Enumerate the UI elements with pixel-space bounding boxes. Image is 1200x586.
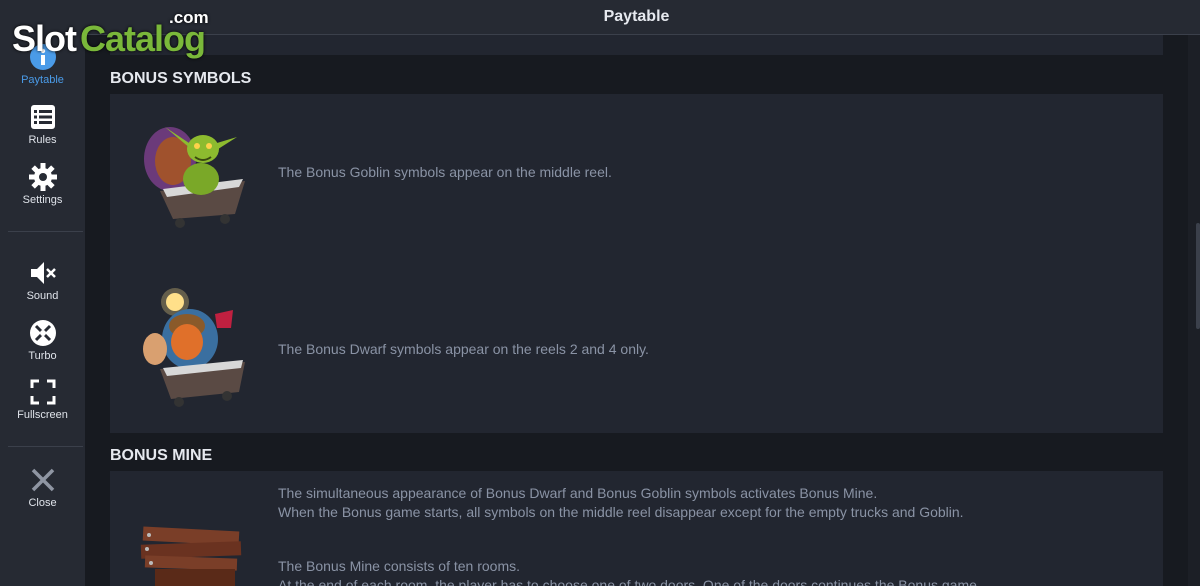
bonus-symbols-panel: The Bonus Goblin symbols appear on the m… <box>110 94 1163 433</box>
bonus-mine-line-3: The Bonus Mine consists of ten rooms. <box>278 558 520 574</box>
goblin-symbol-description: The Bonus Goblin symbols appear on the m… <box>278 164 612 180</box>
slotcatalog-logo: Slot Catalog .com <box>12 6 212 59</box>
nav-turbo-label: Turbo <box>28 350 57 362</box>
logo-slot-text: Slot <box>12 18 77 59</box>
bonus-mine-line-4: At the end of each room, the player has … <box>278 577 977 586</box>
bonus-mine-line-2: When the Bonus game starts, all symbols … <box>278 504 964 520</box>
list-icon <box>30 105 55 129</box>
sidebar-divider <box>8 446 83 447</box>
nav-sound-label: Sound <box>26 290 59 302</box>
nav-turbo[interactable]: Turbo <box>0 318 85 362</box>
nav-close[interactable]: Close <box>0 465 85 509</box>
nav-paytable-label: Paytable <box>21 74 64 86</box>
bonus-mine-title: BONUS MINE <box>110 447 213 464</box>
goblin-symbol-image <box>144 127 245 228</box>
gear-icon <box>28 163 57 191</box>
mine-door-image <box>140 526 242 586</box>
page-title: Paytable <box>603 8 670 25</box>
nav-rules-label: Rules <box>28 134 57 146</box>
dwarf-symbol-image <box>143 288 245 407</box>
turbo-icon <box>29 320 56 346</box>
sidebar-divider <box>8 231 83 232</box>
previous-section-panel <box>110 35 1163 55</box>
nav-fullscreen[interactable]: Fullscreen <box>0 377 85 421</box>
dwarf-symbol-description: The Bonus Dwarf symbols appear on the re… <box>278 341 649 357</box>
nav-fullscreen-label: Fullscreen <box>17 409 68 421</box>
nav-close-label: Close <box>28 497 57 509</box>
bonus-mine-line-1: The simultaneous appearance of Bonus Dwa… <box>278 485 878 501</box>
close-icon <box>31 468 54 492</box>
fullscreen-icon <box>30 379 55 405</box>
speaker-muted-icon <box>30 262 56 284</box>
sidebar: Paytable Rules Settings Sound Turbo Full… <box>0 0 85 586</box>
header-bar: Paytable <box>85 0 1200 35</box>
nav-settings-label: Settings <box>22 194 63 206</box>
logo-com-text: .com <box>169 8 209 27</box>
scrollbar-thumb[interactable] <box>1196 223 1200 329</box>
nav-settings[interactable]: Settings <box>0 162 85 206</box>
nav-rules[interactable]: Rules <box>0 102 85 146</box>
bonus-mine-panel: The simultaneous appearance of Bonus Dwa… <box>110 471 1163 586</box>
nav-sound[interactable]: Sound <box>0 258 85 302</box>
paytable-content[interactable]: BONUS SYMBOLS The Bonus Goblin symbols a… <box>85 35 1188 586</box>
bonus-symbols-title: BONUS SYMBOLS <box>110 70 252 87</box>
